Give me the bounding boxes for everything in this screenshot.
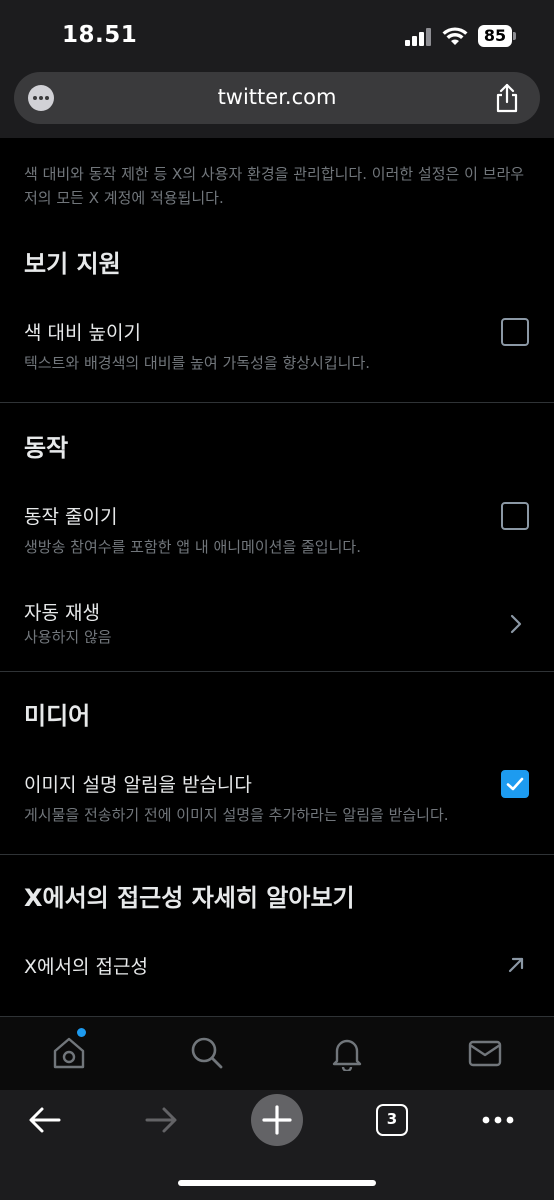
- share-icon[interactable]: [492, 82, 522, 114]
- new-tab-button[interactable]: [251, 1094, 303, 1146]
- new-tab-plus-icon: [262, 1105, 292, 1135]
- browser-toolbar: 3: [0, 1090, 554, 1200]
- increase-contrast-checkbox[interactable]: [501, 318, 529, 346]
- address-bar[interactable]: twitter.com: [14, 72, 540, 124]
- back-arrow-icon[interactable]: [28, 1105, 62, 1135]
- increase-contrast-label[interactable]: 색 대비 높이기: [24, 318, 141, 345]
- external-link-arrow-icon[interactable]: [505, 954, 527, 976]
- browser-top-chrome: 18.51 85 twitter.com: [0, 0, 554, 138]
- autoplay-label[interactable]: 자동 재생: [24, 598, 100, 625]
- accessibility-settings-content: 색 대비와 동작 제한 등 X의 사용자 환경을 관리합니다. 이러한 설정은 …: [0, 138, 554, 1016]
- reduce-motion-label[interactable]: 동작 줄이기: [24, 502, 117, 529]
- messages-icon[interactable]: [467, 1035, 503, 1071]
- image-description-reminder-checkbox[interactable]: [501, 770, 529, 798]
- section-title-vision: 보기 지원: [24, 250, 121, 278]
- divider: [0, 854, 554, 855]
- section-title-media: 미디어: [24, 702, 91, 730]
- section-title-motion: 동작: [24, 434, 69, 462]
- checkmark-icon: [506, 777, 524, 791]
- x-tab-bar: [0, 1016, 554, 1090]
- tabs-icon[interactable]: 3: [376, 1104, 408, 1136]
- home-icon[interactable]: [51, 1035, 87, 1071]
- intro-text: 색 대비와 동작 제한 등 X의 사용자 환경을 관리합니다. 이러한 설정은 …: [24, 165, 525, 207]
- image-description-reminder-description: 게시물을 전송하기 전에 이미지 설명을 추가하라는 알림을 받습니다.: [24, 806, 449, 824]
- url-text[interactable]: twitter.com: [14, 85, 540, 109]
- notifications-icon[interactable]: [329, 1035, 365, 1071]
- home-notification-dot: [77, 1028, 86, 1037]
- battery-icon: 85: [478, 25, 516, 47]
- autoplay-value: 사용하지 않음: [24, 628, 112, 646]
- status-time: 18.51: [62, 22, 138, 48]
- reduce-motion-description: 생방송 참여수를 포함한 앱 내 애니메이션을 줄입니다.: [24, 538, 361, 556]
- divider: [0, 402, 554, 403]
- accessibility-link-label[interactable]: X에서의 접근성: [24, 952, 148, 979]
- image-description-reminder-label[interactable]: 이미지 설명 알림을 받습니다: [24, 770, 252, 797]
- cellular-signal-icon: [405, 28, 433, 46]
- increase-contrast-description: 텍스트와 배경색의 대비를 높여 가독성을 향상시킵니다.: [24, 354, 371, 372]
- search-icon[interactable]: [189, 1035, 225, 1071]
- forward-arrow-icon[interactable]: [144, 1105, 178, 1135]
- wifi-icon: [442, 27, 468, 45]
- chevron-right-icon[interactable]: [508, 613, 524, 635]
- home-indicator[interactable]: [178, 1180, 376, 1186]
- reduce-motion-checkbox[interactable]: [501, 502, 529, 530]
- divider: [0, 671, 554, 672]
- battery-level: 85: [478, 25, 512, 47]
- more-icon[interactable]: [481, 1114, 515, 1126]
- section-title-learn-more: X에서의 접근성 자세히 알아보기: [24, 884, 355, 912]
